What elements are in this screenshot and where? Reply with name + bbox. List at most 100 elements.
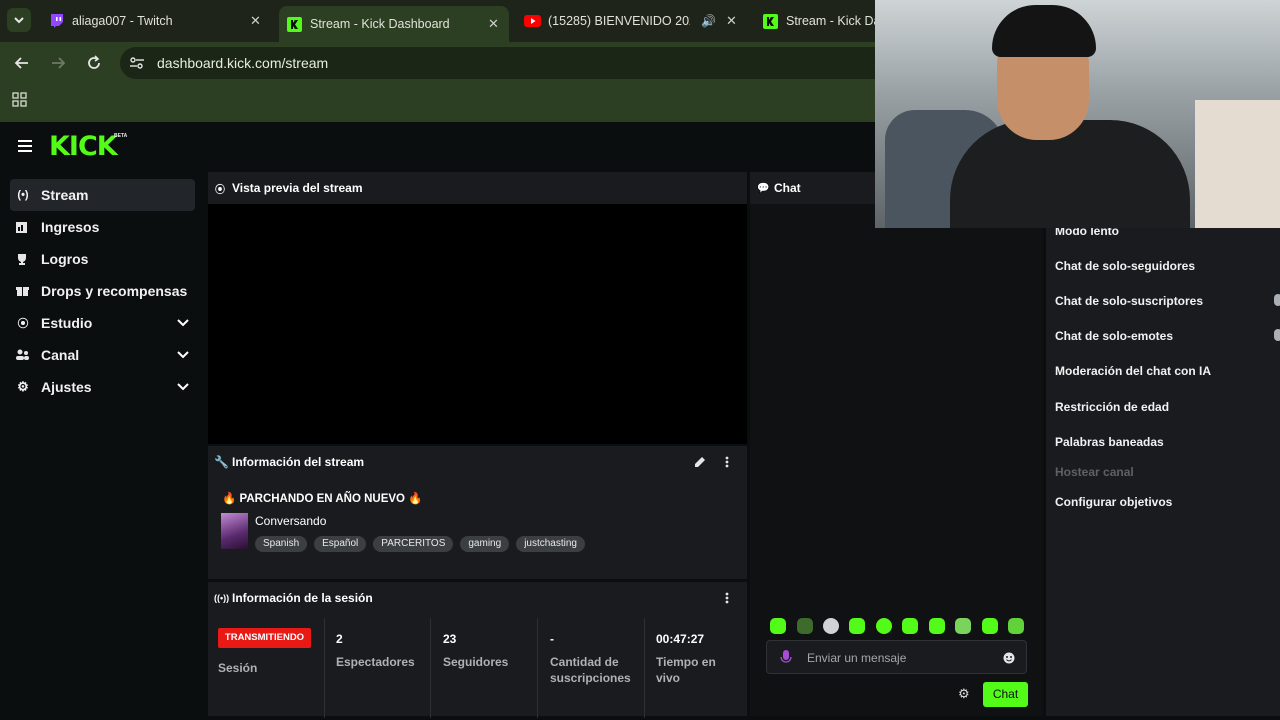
tag-chip[interactable]: justchasting <box>516 536 585 552</box>
sidebar-item-label: Estudio <box>41 315 93 331</box>
kick-logo[interactable]: KICK <box>49 131 118 162</box>
chevron-down-icon[interactable] <box>176 380 190 394</box>
close-icon[interactable]: ✕ <box>488 16 499 32</box>
microphone-icon[interactable] <box>780 650 792 666</box>
emote-icon[interactable] <box>770 618 786 634</box>
sidebar-item-ingresos[interactable]: Ingresos <box>10 211 195 243</box>
chevron-down-icon[interactable] <box>176 348 190 362</box>
back-arrow-icon[interactable] <box>13 54 31 72</box>
tag-chip[interactable]: PARCERITOS <box>373 536 454 552</box>
chat-option-subscribers-only[interactable]: Chat de solo-suscriptores <box>1055 294 1203 308</box>
sidebar-item-stream[interactable]: (•) Stream <box>10 179 195 211</box>
sidebar-item-estudio[interactable]: ⦿ Estudio <box>10 307 195 339</box>
reload-icon[interactable] <box>85 54 103 72</box>
gift-icon <box>16 287 29 296</box>
chart-icon <box>16 222 27 233</box>
close-icon[interactable]: ✕ <box>250 13 261 29</box>
emote-icon[interactable] <box>823 618 839 634</box>
tab-title: Stream - Kick Da <box>786 14 876 28</box>
live-status-badge: TRANSMITIENDO <box>218 628 311 648</box>
emote-icon[interactable] <box>876 618 892 634</box>
chat-option-banned-words[interactable]: Palabras baneadas <box>1055 435 1164 449</box>
sidebar-item-logros[interactable]: Logros <box>10 243 195 275</box>
session-info-panel: ((•)) Información de la sesión TRANSMITI… <box>208 582 747 718</box>
emote-icon[interactable] <box>1008 618 1024 634</box>
stat-value: 23 <box>443 632 457 646</box>
divider <box>430 618 431 718</box>
tag-chip[interactable]: gaming <box>460 536 510 552</box>
chat-bubble-icon: 💬 <box>757 182 770 194</box>
chevron-down-icon <box>14 17 24 24</box>
tab-search-button[interactable] <box>7 8 31 32</box>
sidebar-item-drops[interactable]: Drops y recompensas <box>10 275 195 307</box>
twitch-icon <box>51 14 63 28</box>
kick-icon <box>763 13 778 29</box>
chat-send-button[interactable]: Chat <box>983 682 1028 707</box>
tab-title: aliaga007 - Twitch <box>72 14 173 28</box>
studio-icon: ⦿ <box>17 318 29 330</box>
sidebar-item-ajustes[interactable]: ⚙ Ajustes <box>10 371 195 403</box>
trophy-icon <box>18 254 26 265</box>
tab-kick-second[interactable]: Stream - Kick Da <box>755 6 880 36</box>
tag-chip[interactable]: Español <box>314 536 367 552</box>
toggle-switch[interactable] <box>1274 329 1280 341</box>
emote-icon[interactable] <box>797 618 813 634</box>
chat-option-emotes-only[interactable]: Chat de solo-emotes <box>1055 329 1173 343</box>
video-player[interactable] <box>208 204 747 444</box>
panel-header: ⦿ Vista previa del stream <box>208 172 747 204</box>
toggle-switch[interactable] <box>1274 294 1280 306</box>
sidebar-item-label: Ajustes <box>41 379 92 395</box>
sidebar-item-canal[interactable]: Canal <box>10 339 195 371</box>
address-bar[interactable]: dashboard.kick.com/stream <box>120 47 900 79</box>
tab-kick-dashboard[interactable]: Stream - Kick Dashboard ✕ <box>279 6 509 42</box>
webcam-dresser <box>1195 100 1280 228</box>
emoji-icon[interactable] <box>1003 652 1015 664</box>
stat-value: 00:47:27 <box>656 632 705 646</box>
emote-icon[interactable] <box>929 618 945 634</box>
panel-header: ((•)) Información de la sesión <box>208 582 747 614</box>
site-settings-icon[interactable] <box>129 56 145 70</box>
tab-title: (15285) BIENVENIDO 2026 <box>548 14 690 28</box>
category-thumbnail[interactable] <box>221 513 248 549</box>
emote-icon[interactable] <box>849 618 865 634</box>
tab-twitch[interactable]: aliaga007 - Twitch ✕ <box>40 6 275 36</box>
wrench-icon: 🔧 <box>214 455 229 469</box>
status-label: Sesión <box>218 661 258 675</box>
panel-title: Chat <box>774 181 801 195</box>
forward-arrow-icon[interactable] <box>49 54 67 72</box>
chat-option-host-channel: Hostear canal <box>1055 465 1134 479</box>
stat-label: Espectadores <box>336 655 415 669</box>
chat-input-placeholder: Enviar un mensaje <box>807 651 907 665</box>
tag-chip[interactable]: Spanish <box>255 536 308 552</box>
speaker-icon[interactable]: 🔊 <box>701 14 716 28</box>
apps-grid-icon[interactable] <box>12 92 28 108</box>
chevron-down-icon[interactable] <box>176 316 190 330</box>
tab-youtube[interactable]: (15285) BIENVENIDO 2026 🔊 ✕ <box>516 6 751 36</box>
close-icon[interactable]: ✕ <box>726 13 737 29</box>
stream-preview-panel: ⦿ Vista previa del stream <box>208 172 747 444</box>
stat-label: Seguidores <box>443 655 509 669</box>
chat-option-ai-moderation[interactable]: Moderación del chat con IA <box>1055 364 1211 378</box>
chat-option-followers-only[interactable]: Chat de solo-seguidores <box>1055 259 1195 273</box>
emote-icon[interactable] <box>902 618 918 634</box>
chat-input[interactable]: Enviar un mensaje <box>766 640 1027 674</box>
edit-pencil-icon[interactable] <box>694 456 706 468</box>
stat-value: 2 <box>336 632 343 646</box>
stat-label: Cantidad de suscripciones <box>550 655 631 685</box>
emote-icon[interactable] <box>982 618 998 634</box>
tag-list: Spanish Español PARCERITOS gaming justchasti… <box>255 533 592 552</box>
url-text: dashboard.kick.com/stream <box>157 55 329 71</box>
more-options-icon[interactable] <box>725 592 729 604</box>
kick-icon <box>287 16 302 32</box>
chat-option-age-restriction[interactable]: Restricción de edad <box>1055 400 1169 414</box>
sidebar-item-label: Logros <box>41 251 89 267</box>
chat-option-goals[interactable]: Configurar objetivos <box>1055 495 1172 509</box>
webcam-overlay <box>875 0 1280 228</box>
chat-settings-gear-icon[interactable]: ⚙ <box>958 686 970 702</box>
category-name[interactable]: Conversando <box>255 514 326 528</box>
broadcast-icon: ((•)) <box>214 593 230 603</box>
hamburger-menu-icon[interactable] <box>18 139 34 153</box>
more-options-icon[interactable] <box>725 456 729 468</box>
emote-icon[interactable] <box>955 618 971 634</box>
beta-badge: BETA <box>114 133 128 139</box>
